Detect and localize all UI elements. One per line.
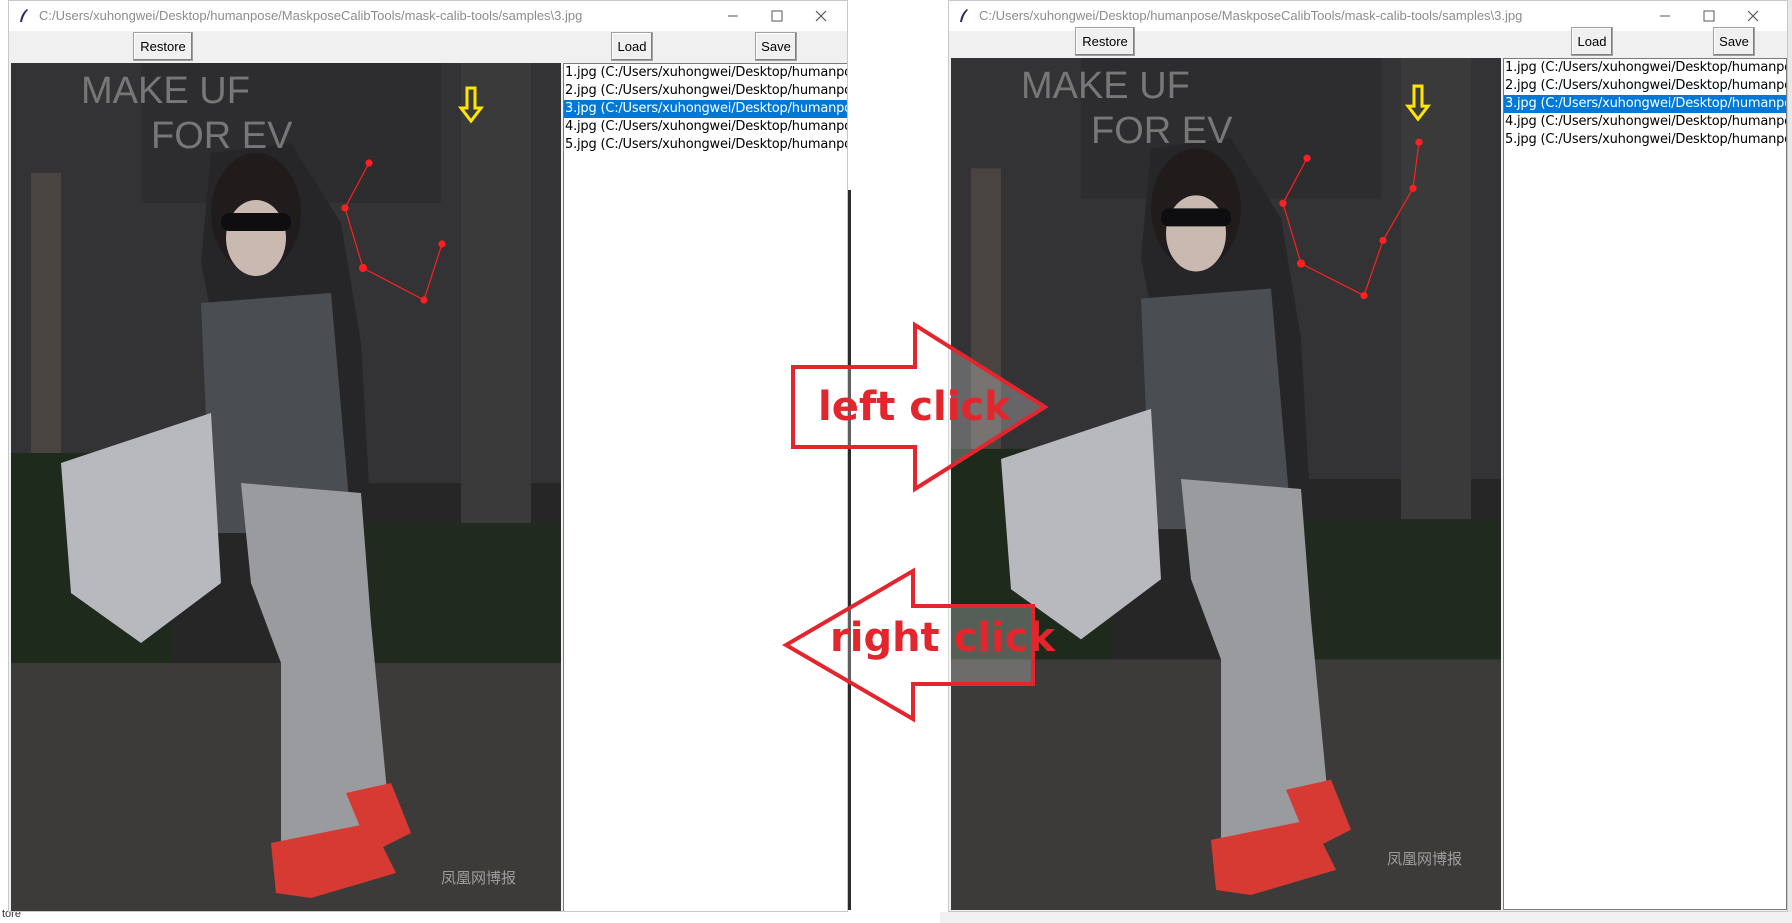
minimize-icon bbox=[728, 15, 738, 17]
restore-button[interactable]: Restore bbox=[133, 32, 193, 61]
close-button[interactable] bbox=[799, 1, 843, 31]
desktop-strip-bottom bbox=[940, 912, 1792, 923]
image-canvas[interactable]: MAKE UF FOR EV 凤凰网博报 bbox=[11, 63, 561, 911]
svg-text:FOR EV: FOR EV bbox=[1091, 110, 1233, 152]
svg-text:FOR EV: FOR EV bbox=[151, 115, 293, 157]
save-button[interactable]: Save bbox=[1713, 27, 1755, 56]
svg-text:MAKE UF: MAKE UF bbox=[81, 70, 250, 112]
close-icon bbox=[815, 10, 827, 22]
list-item[interactable]: 1.jpg (C:/Users/xuhongwei/Desktop/humanp… bbox=[1504, 59, 1786, 77]
list-item[interactable]: 4.jpg (C:/Users/xuhongwei/Desktop/humanp… bbox=[1504, 113, 1786, 131]
calib-window-before: C:/Users/xuhongwei/Desktop/humanpose/Mas… bbox=[8, 0, 848, 912]
restore-button[interactable]: Restore bbox=[1075, 27, 1135, 56]
save-button[interactable]: Save bbox=[755, 32, 797, 61]
window-title: C:/Users/xuhongwei/Desktop/humanpose/Mas… bbox=[979, 8, 1523, 23]
right-click-label: right click bbox=[830, 615, 1056, 661]
title-bar: C:/Users/xuhongwei/Desktop/humanpose/Mas… bbox=[9, 1, 847, 31]
watermark-text: 凤凰网博报 bbox=[1387, 851, 1463, 868]
minimize-icon bbox=[1660, 15, 1670, 17]
list-item-selected[interactable]: 3.jpg (C:/Users/xuhongwei/Desktop/humanp… bbox=[1504, 95, 1786, 113]
list-item[interactable]: 5.jpg (C:/Users/xuhongwei/Desktop/humanp… bbox=[564, 136, 847, 154]
feather-icon bbox=[960, 9, 968, 22]
list-item[interactable]: 2.jpg (C:/Users/xuhongwei/Desktop/humanp… bbox=[1504, 77, 1786, 95]
maximize-icon bbox=[1703, 10, 1715, 22]
load-button[interactable]: Load bbox=[611, 32, 653, 61]
sample-photo: MAKE UF FOR EV bbox=[11, 63, 561, 911]
list-item[interactable]: 4.jpg (C:/Users/xuhongwei/Desktop/humanp… bbox=[564, 118, 847, 136]
maximize-button[interactable] bbox=[755, 1, 799, 31]
list-item-selected[interactable]: 3.jpg (C:/Users/xuhongwei/Desktop/humanp… bbox=[564, 100, 847, 118]
calib-window-after: C:/Users/xuhongwei/Desktop/humanpose/Mas… bbox=[948, 0, 1788, 912]
load-button[interactable]: Load bbox=[1571, 27, 1613, 56]
list-item[interactable]: 5.jpg (C:/Users/xuhongwei/Desktop/humanp… bbox=[1504, 131, 1786, 149]
feather-icon bbox=[20, 9, 28, 22]
window-title: C:/Users/xuhongwei/Desktop/humanpose/Mas… bbox=[39, 8, 583, 23]
svg-text:MAKE UF: MAKE UF bbox=[1021, 65, 1190, 107]
minimize-button[interactable] bbox=[1643, 1, 1687, 31]
list-item[interactable]: 1.jpg (C:/Users/xuhongwei/Desktop/humanp… bbox=[564, 64, 847, 82]
watermark-text: 凤凰网博报 bbox=[441, 870, 517, 887]
maximize-icon bbox=[771, 10, 783, 22]
minimize-button[interactable] bbox=[711, 1, 755, 31]
left-click-label: left click bbox=[818, 384, 1011, 430]
close-icon bbox=[1747, 10, 1759, 22]
file-listbox[interactable]: 1.jpg (C:/Users/xuhongwei/Desktop/humanp… bbox=[1503, 58, 1787, 910]
list-item[interactable]: 2.jpg (C:/Users/xuhongwei/Desktop/humanp… bbox=[564, 82, 847, 100]
